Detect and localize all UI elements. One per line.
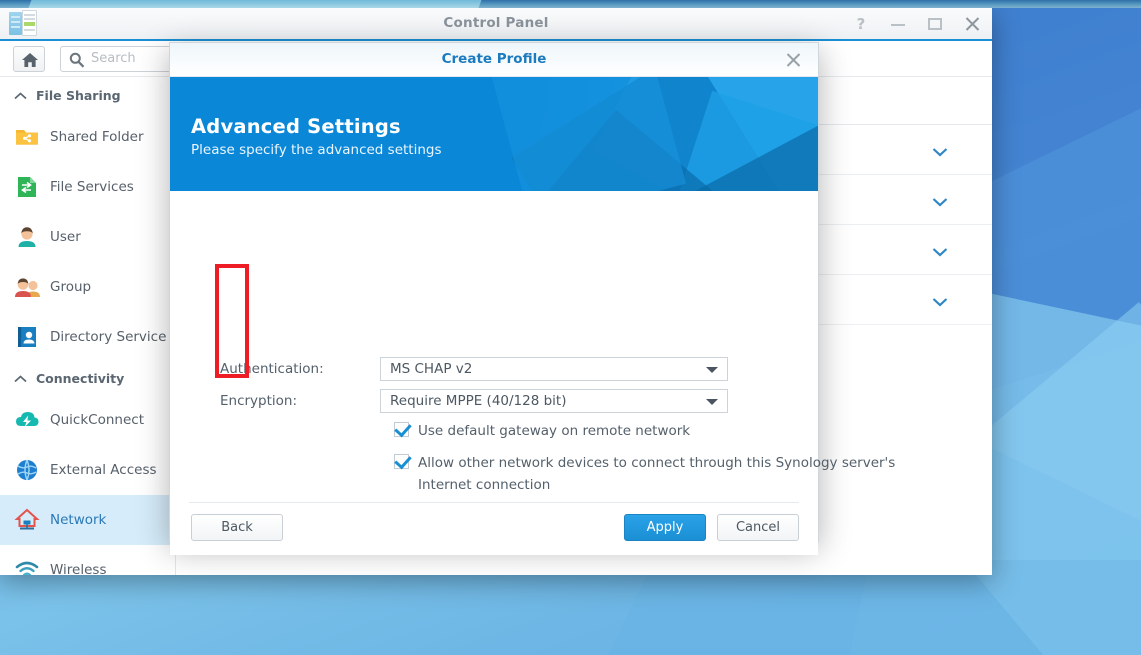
sidebar-group-file-sharing[interactable]: File Sharing [0,79,175,112]
file-services-icon [14,174,40,200]
sidebar-item-network[interactable]: Network [0,495,175,545]
chevron-up-icon [14,88,27,103]
chevron-down-icon[interactable] [932,242,948,261]
sidebar-item-quickconnect[interactable]: QuickConnect [0,395,175,445]
taskbar-highlight [28,0,482,8]
quickconnect-icon [14,407,40,433]
encryption-select[interactable]: Require MPPE (40/128 bit) [380,389,728,413]
group-icon [14,274,40,300]
encryption-value: Require MPPE (40/128 bit) [390,393,567,409]
default-gateway-checkbox-row[interactable]: Use default gateway on remote network [394,420,914,442]
search-placeholder: Search [91,51,136,66]
sidebar-group-label: Connectivity [36,371,125,386]
shared-folder-icon [14,124,40,150]
create-profile-dialog: Create Profile Advanced Settings Please … [169,42,895,555]
sidebar-item-group[interactable]: Group [0,262,175,312]
banner-subheading: Please specify the advanced settings [191,142,442,158]
sidebar-item-label: User [50,229,81,245]
wireless-icon [14,557,40,575]
dialog-footer: Back Apply Cancel [170,502,818,555]
help-button[interactable]: ? [851,14,871,34]
window-controls: ? [851,14,982,34]
authentication-label: Authentication: [220,361,324,377]
sidebar-item-external-access[interactable]: External Access [0,445,175,495]
sidebar-item-user[interactable]: User [0,212,175,262]
banner-heading: Advanced Settings [191,115,401,138]
window-titlebar[interactable]: Control Panel ? [0,8,992,41]
sidebar-item-shared-folder[interactable]: Shared Folder [0,112,175,162]
sidebar-item-label: External Access [50,462,157,478]
chevron-down-icon[interactable] [932,292,948,311]
apply-button[interactable]: Apply [624,514,706,541]
external-access-icon [14,457,40,483]
home-icon [22,53,38,67]
authentication-value: MS CHAP v2 [390,361,473,377]
sidebar-item-label: Network [50,512,107,528]
network-icon [14,507,40,533]
allow-other-devices-checkbox[interactable] [394,454,409,469]
close-button[interactable] [962,14,982,34]
sidebar: File Sharing Shared Folder File Services… [0,79,176,575]
allow-other-devices-checkbox-row[interactable]: Allow other network devices to connect t… [394,452,934,496]
directory-service-icon [14,324,40,350]
dropdown-arrow-icon [706,367,718,373]
dialog-banner: Advanced Settings Please specify the adv… [170,77,818,191]
sidebar-item-label: Shared Folder [50,129,144,145]
maximize-button[interactable] [925,14,945,34]
desktop-taskbar[interactable] [0,0,1141,8]
authentication-row: Authentication: MS CHAP v2 [220,357,728,381]
dialog-body: Authentication: MS CHAP v2 Encryption: R… [170,191,895,524]
home-button[interactable] [13,46,45,72]
sidebar-item-directory-service[interactable]: Directory Service [0,312,175,362]
sidebar-item-label: Wireless [50,562,107,575]
dialog-title: Create Profile [441,51,547,67]
page-title: Control Panel [443,15,549,31]
footer-divider [189,502,799,503]
user-icon [14,224,40,250]
dialog-titlebar[interactable]: Create Profile [170,43,818,77]
close-icon[interactable] [784,51,802,69]
minimize-button[interactable] [888,14,908,34]
sidebar-item-file-services[interactable]: File Services [0,162,175,212]
back-button[interactable]: Back [191,514,283,541]
sidebar-item-label: QuickConnect [50,412,144,428]
chevron-down-icon[interactable] [932,142,948,161]
sidebar-group-connectivity[interactable]: Connectivity [0,362,175,395]
default-gateway-label: Use default gateway on remote network [418,423,691,439]
sidebar-item-wireless[interactable]: Wireless [0,545,175,575]
allow-other-devices-label: Allow other network devices to connect t… [418,455,896,493]
sidebar-item-label: Group [50,279,92,295]
dropdown-arrow-icon [706,399,718,405]
chevron-down-icon[interactable] [932,192,948,211]
sidebar-item-label: File Services [50,179,134,195]
sidebar-item-label: Directory Service [50,329,167,345]
search-icon [69,52,85,68]
sidebar-group-label: File Sharing [36,88,121,103]
encryption-row: Encryption: Require MPPE (40/128 bit) [220,389,728,413]
cancel-button[interactable]: Cancel [717,514,799,541]
authentication-select[interactable]: MS CHAP v2 [380,357,728,381]
encryption-label: Encryption: [220,393,298,409]
default-gateway-checkbox[interactable] [394,422,409,437]
chevron-up-icon [14,371,27,386]
